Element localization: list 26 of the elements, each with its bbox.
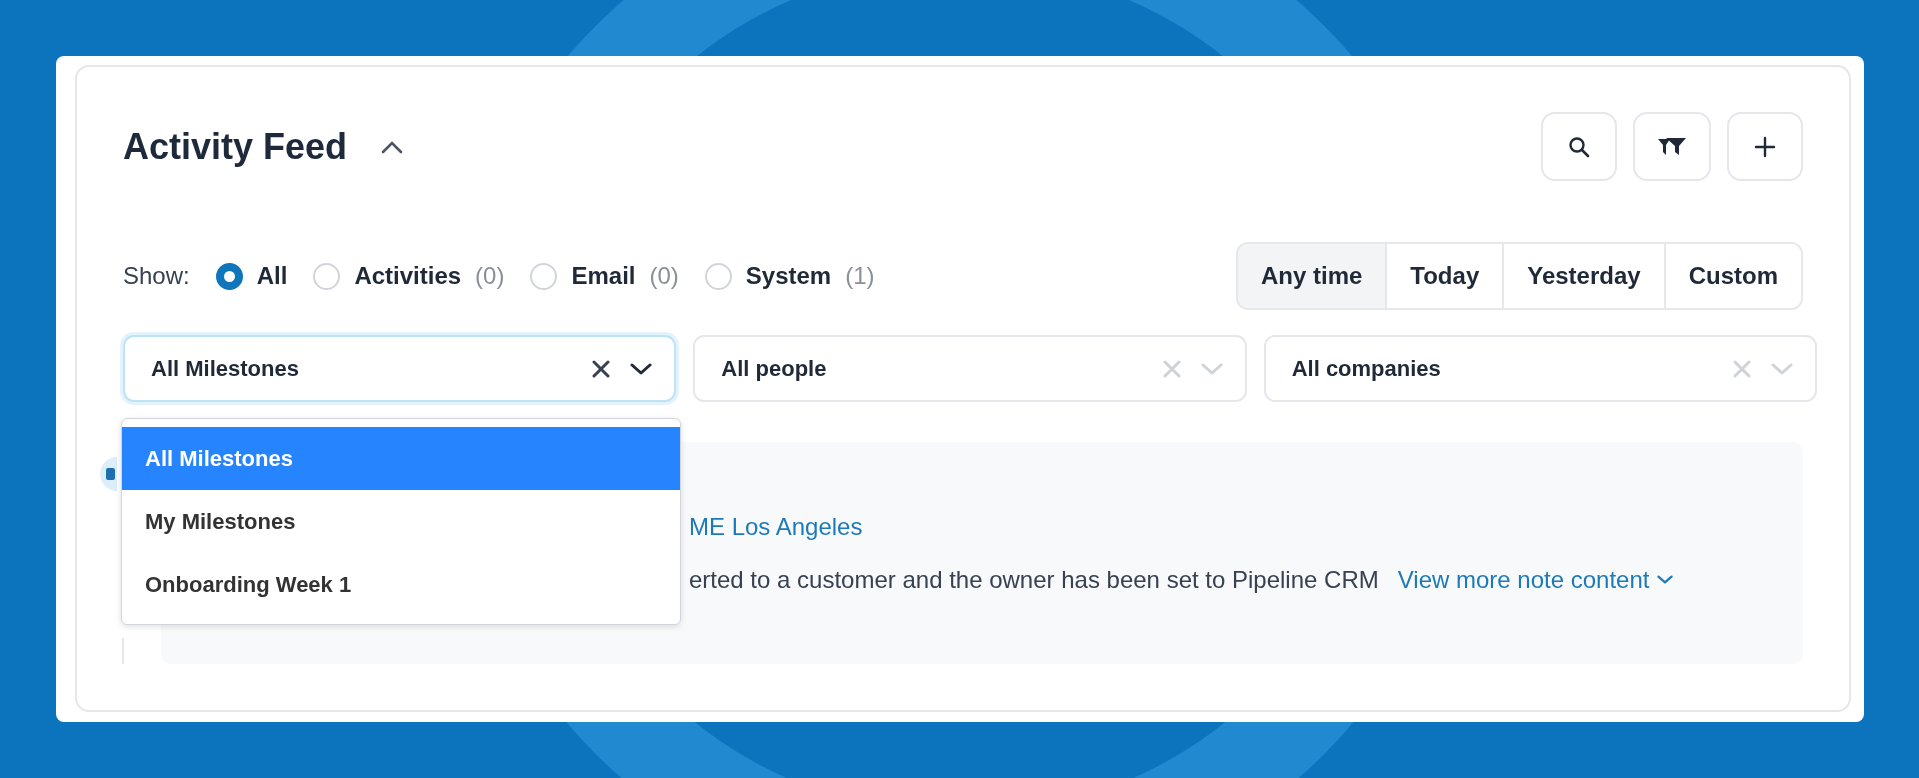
search-icon (1568, 135, 1590, 158)
time-range-tab[interactable]: Custom (1663, 244, 1801, 308)
activity-icon (97, 457, 117, 491)
add-button[interactable] (1727, 112, 1803, 181)
panel-title: Activity Feed (123, 125, 348, 168)
radio-option[interactable]: System (1) (704, 262, 875, 290)
time-range-tab[interactable]: Any time (1237, 244, 1386, 308)
radio-option[interactable]: Activities (0) (313, 262, 505, 290)
filter-button[interactable] (1633, 112, 1711, 181)
view-more-link[interactable]: View more note content (1397, 553, 1674, 606)
clear-icon[interactable] (592, 359, 611, 378)
note-text: erted to a customer and the owner has been set to Pipeline CRM (689, 565, 1379, 595)
dropdown-option[interactable]: All Milestones (122, 427, 680, 490)
show-label: Show: (123, 262, 190, 290)
search-button[interactable] (1541, 112, 1617, 181)
dropdown-option[interactable]: My Milestones (122, 490, 680, 553)
radio-button[interactable] (215, 262, 243, 290)
filter-icon (1657, 135, 1687, 158)
radio-option[interactable]: All (215, 262, 288, 290)
deal-link[interactable]: ME Los Angeles (689, 500, 863, 553)
dropdown-option[interactable]: Onboarding Week 1 (122, 553, 680, 616)
radio-option[interactable]: Email (0) (530, 262, 679, 290)
select-field[interactable]: All Milestones (123, 335, 677, 402)
add-icon (1754, 135, 1776, 158)
chevron-up-icon[interactable] (381, 139, 404, 154)
chevron-down-icon[interactable] (630, 361, 653, 376)
